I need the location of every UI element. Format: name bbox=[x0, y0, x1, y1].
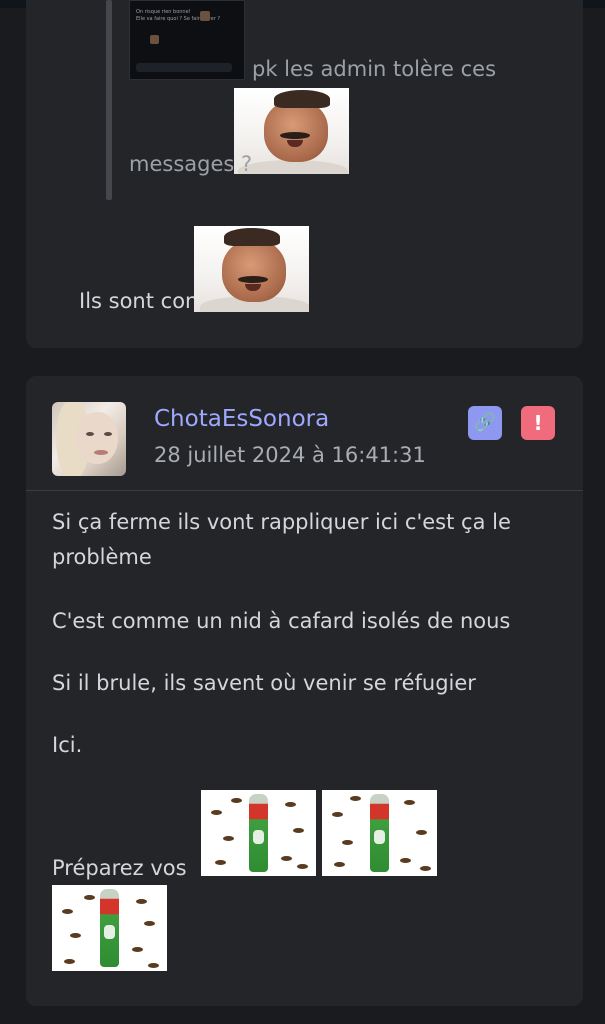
risitas-sticker[interactable] bbox=[194, 226, 309, 312]
previous-post-card: On risque rien bonne! Elle va faire quoi… bbox=[26, 0, 583, 348]
quote-text-line2: messages ? bbox=[129, 152, 253, 176]
alert-icon: ! bbox=[533, 411, 543, 435]
post-timestamp: 28 juillet 2024 à 16:41:31 bbox=[154, 443, 426, 467]
avatar[interactable] bbox=[52, 402, 126, 476]
quoted-screenshot-image[interactable]: On risque rien bonne! Elle va faire quoi… bbox=[129, 0, 245, 80]
post-paragraph: Si ça ferme ils vont rappliquer ici c'es… bbox=[52, 510, 511, 569]
report-button[interactable]: ! bbox=[521, 406, 555, 440]
post-card: ChotaEsSonora 28 juillet 2024 à 16:41:31… bbox=[26, 376, 583, 1006]
screenshot-input-bar bbox=[136, 63, 232, 72]
post-paragraph: C'est comme un nid à cafard isolés de no… bbox=[52, 609, 511, 633]
insecticide-sticker[interactable] bbox=[322, 790, 437, 876]
insecticide-sticker[interactable] bbox=[201, 790, 316, 876]
reply-text: Ils sont cons bbox=[79, 289, 210, 313]
post-paragraph: Ici. bbox=[52, 733, 83, 757]
link-icon: 🔗 bbox=[473, 412, 497, 433]
quote-bar bbox=[106, 0, 112, 200]
divider bbox=[26, 490, 583, 491]
username-link[interactable]: ChotaEsSonora bbox=[154, 406, 329, 432]
quote-text-line1: pk les admin tolère ces bbox=[252, 57, 497, 81]
screenshot-avatar bbox=[200, 11, 210, 21]
screenshot-avatar bbox=[150, 35, 159, 44]
permalink-button[interactable]: 🔗 bbox=[468, 406, 502, 440]
insecticide-sticker[interactable] bbox=[52, 885, 167, 971]
quoted-screenshot-text: On risque rien bonne! Elle va faire quoi… bbox=[136, 9, 220, 22]
post-paragraph: Si il brule, ils savent où venir se réfu… bbox=[52, 671, 476, 695]
